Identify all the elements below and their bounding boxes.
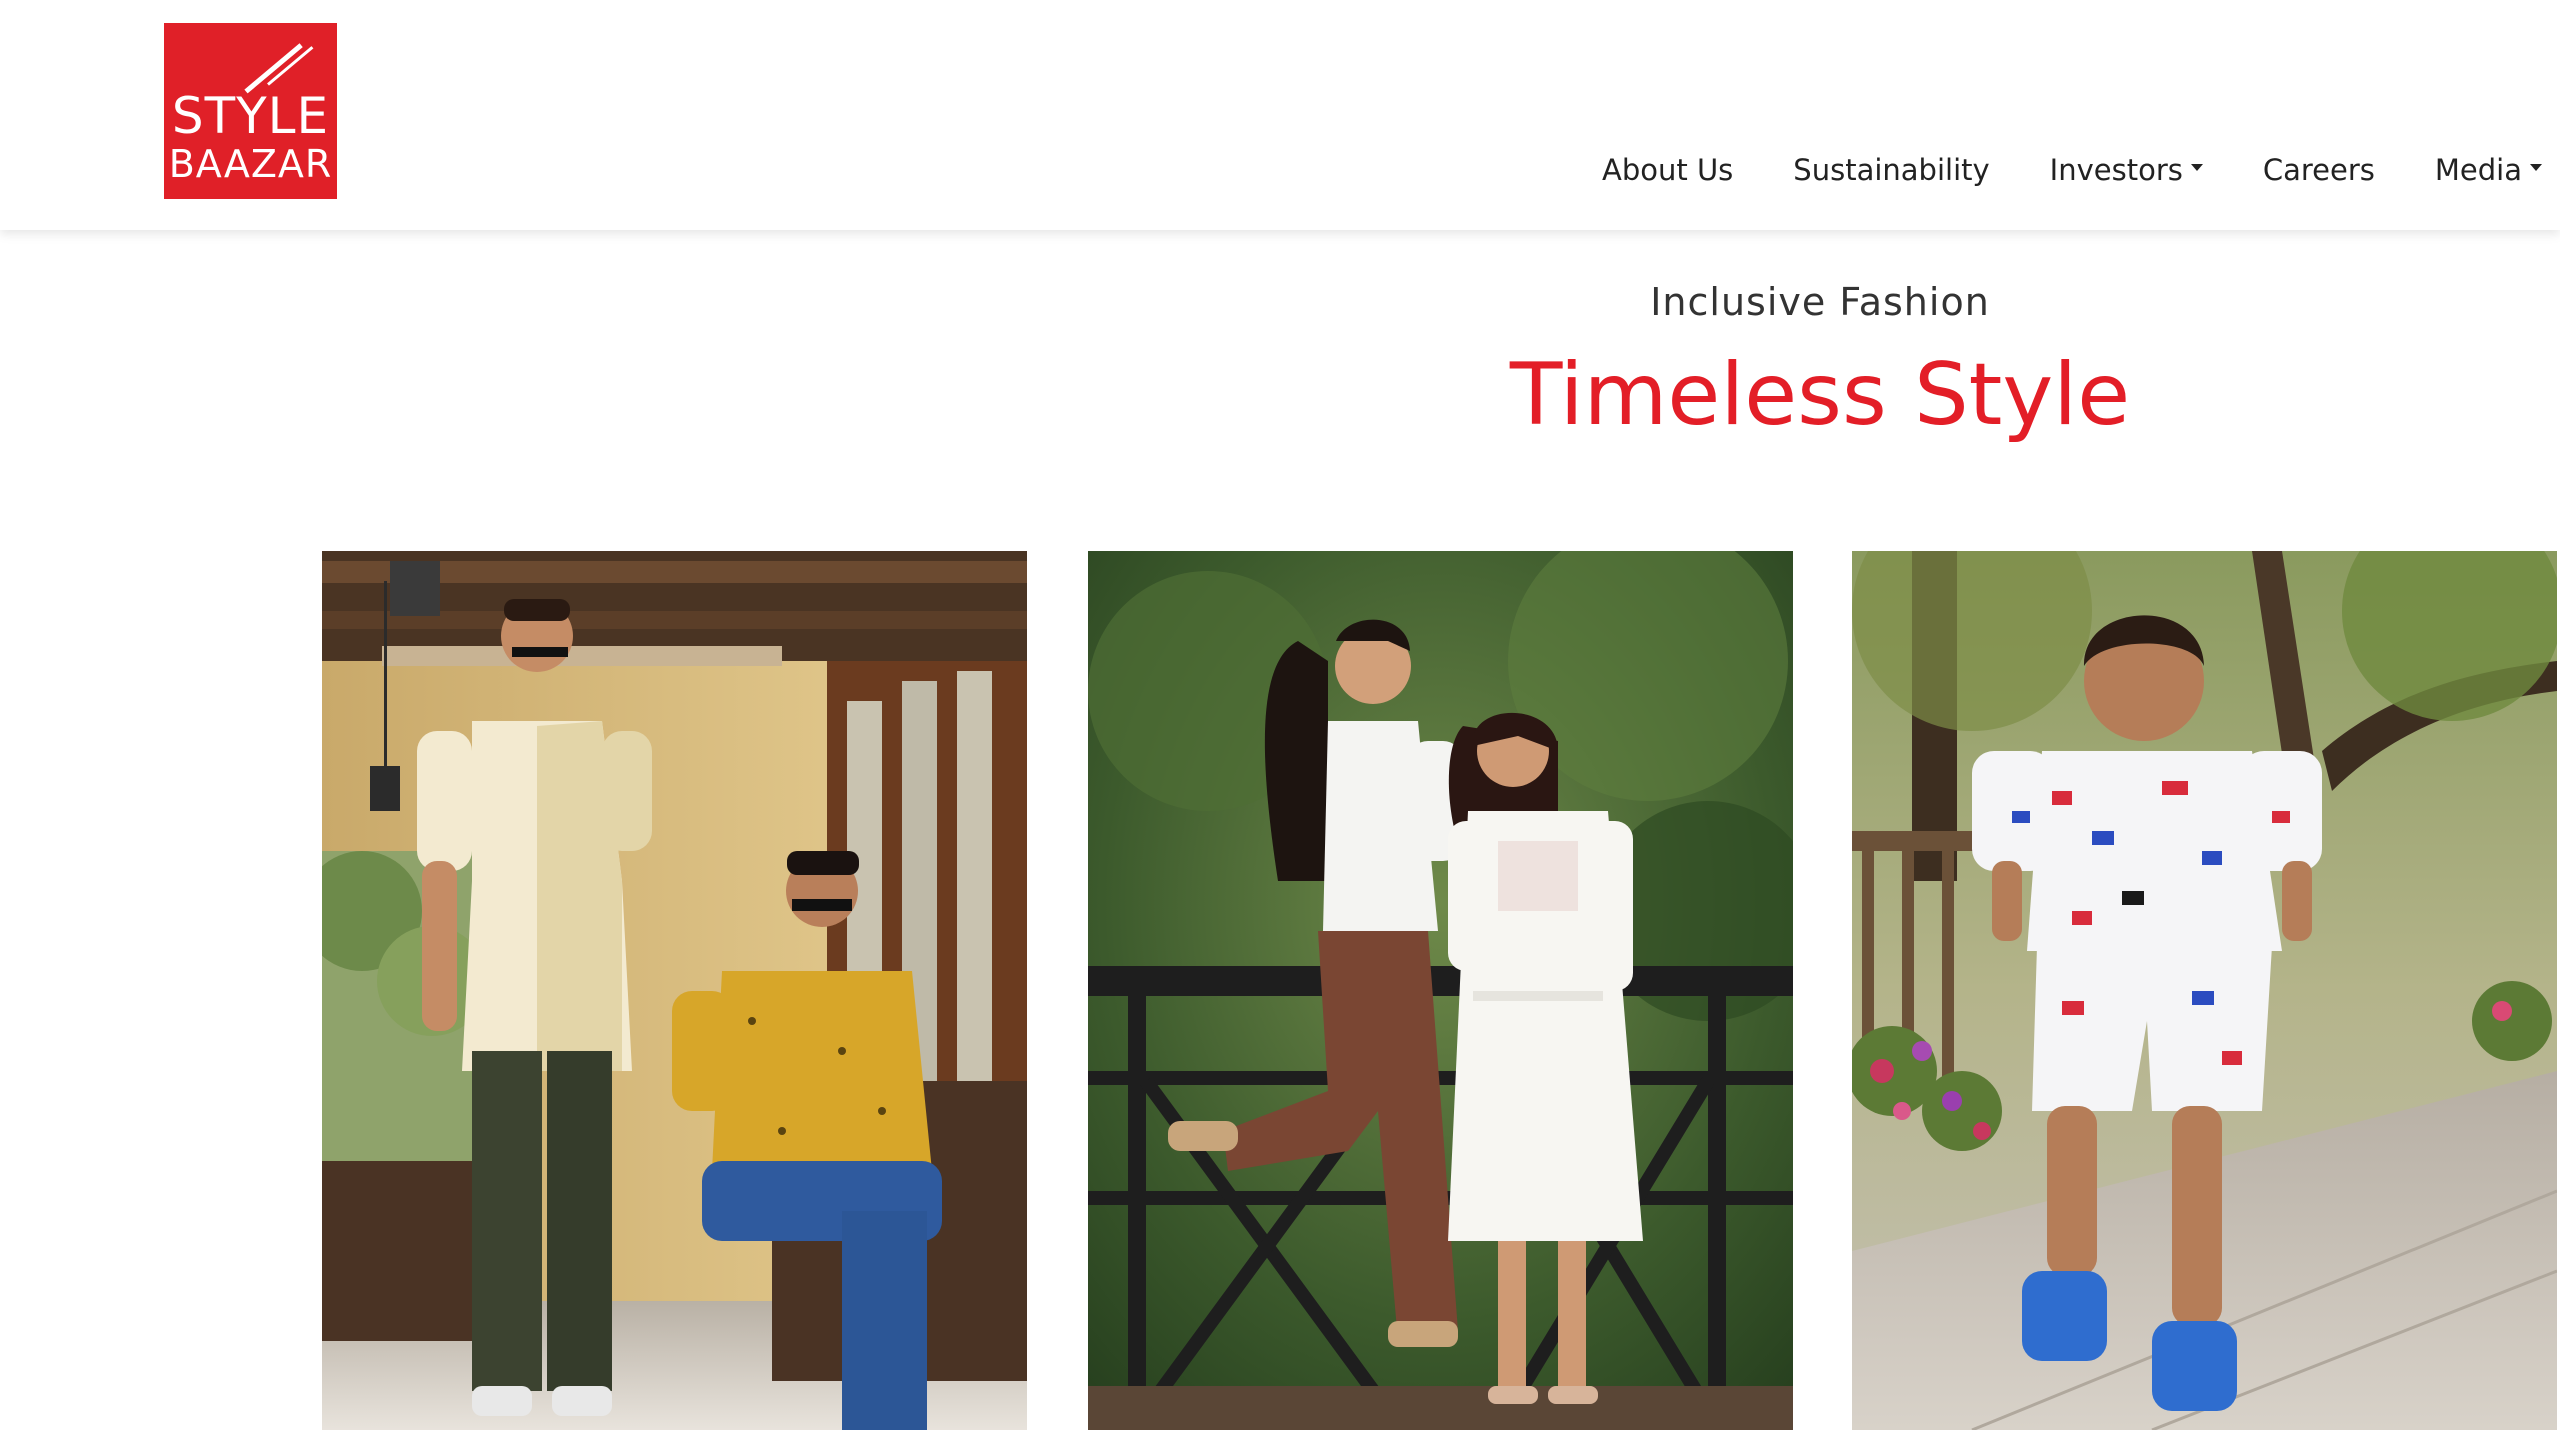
men-fashion-photo[interactable] <box>322 551 1027 1430</box>
logo-text-style: STYLE <box>171 87 330 145</box>
kids-photo-illustration <box>1852 551 2557 1430</box>
main-nav: About Us Sustainability Investors Career… <box>1602 150 2560 190</box>
logo-text-baazar: BAAZAR <box>168 142 333 186</box>
nav-sustainability[interactable]: Sustainability <box>1793 153 1989 187</box>
nav-investors-dropdown[interactable]: Investors <box>2050 153 2203 187</box>
nav-label: About Us <box>1602 153 1734 187</box>
page: STYLE BAAZAR About Us Sustainability Inv… <box>0 0 2560 1440</box>
nav-label: Media <box>2434 153 2522 187</box>
site-header: STYLE BAAZAR About Us Sustainability Inv… <box>0 0 2560 230</box>
hero-title: Timeless Style <box>1509 345 2131 445</box>
nav-label: Investors <box>2049 153 2183 187</box>
nav-label: Careers <box>2262 153 2375 187</box>
nav-label: Sustainability <box>1793 153 1990 187</box>
hero-subtitle: Inclusive Fashion <box>1650 280 1990 324</box>
nav-careers[interactable]: Careers <box>2263 153 2375 187</box>
women-fashion-photo[interactable] <box>1088 551 1793 1430</box>
kids-fashion-photo[interactable] <box>1852 551 2557 1430</box>
women-photo-illustration <box>1088 551 1793 1430</box>
men-photo-illustration <box>322 551 1027 1430</box>
logo-slash-mark <box>244 43 303 94</box>
nav-about-us[interactable]: About Us <box>1602 153 1733 187</box>
nav-media-dropdown[interactable]: Media <box>2435 153 2542 187</box>
caret-down-icon <box>2190 163 2203 171</box>
style-baazar-logo[interactable]: STYLE BAAZAR <box>164 23 337 199</box>
caret-down-icon <box>2530 163 2542 171</box>
